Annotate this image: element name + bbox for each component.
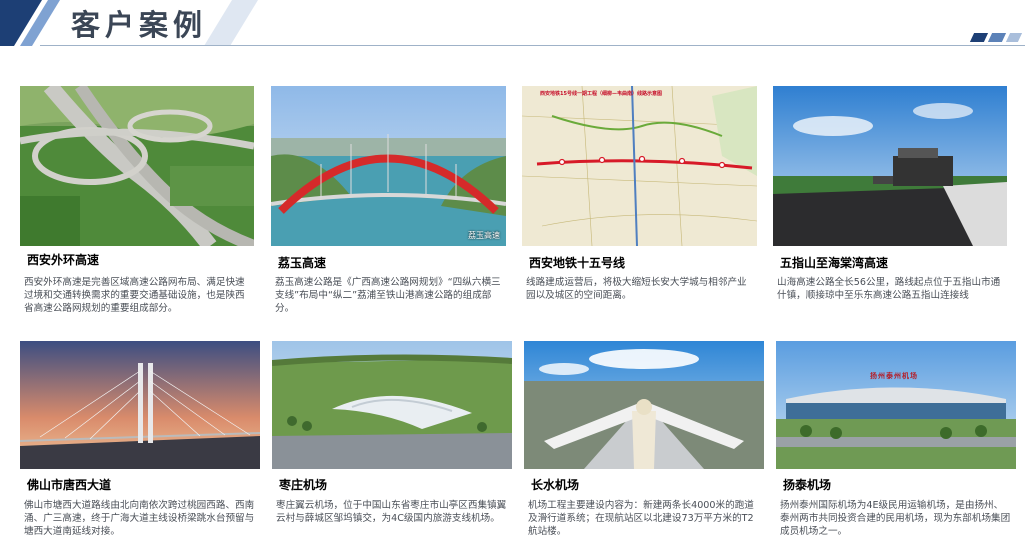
case-description: 西安外环高速是完善区域高速公路网布局、满足快速过境和交通转换需求的重要交通基础设… xyxy=(24,277,245,314)
case-image: 扬州泰州机场 xyxy=(776,341,1016,469)
case-description: 佛山市塘西大道路线由北向南依次跨过桃园西路、西南涌、广三高速，终于广海大道主线设… xyxy=(24,500,255,537)
case-title: 荔玉高速 xyxy=(278,256,327,270)
case-image: 西安地铁15号线一期工程（细柳—韦曲南）线路示意图 xyxy=(522,86,757,246)
case-image xyxy=(20,341,260,469)
case-card[interactable]: 荔玉高速 荔玉高速 荔玉高速公路是《广西高速公路网规划》“四纵六横三支线”布局中… xyxy=(271,86,507,326)
case-card[interactable]: 五指山至海棠湾高速 山海高速公路全长56公里，路线起点位于五指山市通什镇，顺接琼… xyxy=(773,86,1009,326)
case-description: 扬州泰州国际机场为4E级民用运输机场，是由扬州、泰州两市共同投资合建的民用机场，… xyxy=(780,500,1011,537)
case-title: 佛山市唐西大道 xyxy=(27,478,112,492)
case-card[interactable]: 扬州泰州机场 扬泰机场 扬州泰州国际机场为4E级民用运输机场，是由扬州、泰州两市… xyxy=(776,341,1016,551)
case-card[interactable]: 西安地铁15号线一期工程（细柳—韦曲南）线路示意图 西安地铁十五号线 线路建成运… xyxy=(522,86,758,326)
case-image xyxy=(272,341,512,469)
case-title: 西安地铁十五号线 xyxy=(529,256,626,270)
case-image xyxy=(773,86,1007,246)
case-title: 枣庄机场 xyxy=(279,478,328,492)
section-header: 客户案例 xyxy=(0,0,1026,50)
map-title: 西安地铁15号线一期工程（细柳—韦曲南）线路示意图 xyxy=(540,91,662,97)
case-title: 长水机场 xyxy=(531,478,580,492)
image-watermark: 荔玉高速 xyxy=(468,231,500,240)
case-card[interactable]: 佛山市唐西大道 佛山市塘西大道路线由北向南依次跨过桃园西路、西南涌、广三高速，终… xyxy=(20,341,260,551)
case-description: 机场工程主要建设内容为：新建两条长4000米的跑道及滑行道系统；在现航站区以北建… xyxy=(528,500,754,537)
header-mark-dark xyxy=(969,33,989,42)
case-title: 扬泰机场 xyxy=(783,478,832,492)
page-title: 客户案例 xyxy=(71,8,208,42)
case-image: 荔玉高速 xyxy=(271,86,506,246)
case-card[interactable]: 西安外环高速 西安外环高速是完善区域高速公路网布局、满足快速过境和交通转换需求的… xyxy=(20,86,256,326)
case-description: 荔玉高速公路是《广西高速公路网规划》“四纵六横三支线”布局中“纵二”荔浦至铁山港… xyxy=(275,277,501,314)
case-description: 山海高速公路全长56公里，路线起点位于五指山市通什镇，顺接琼中至乐东高速公路五指… xyxy=(777,277,1001,301)
case-image xyxy=(20,86,254,246)
case-card[interactable]: 枣庄机场 枣庄翼云机场，位于中国山东省枣庄市山亭区西集镇翼云村与薛城区邹坞镇交，… xyxy=(272,341,512,551)
header-mark-light xyxy=(1005,33,1023,42)
case-card[interactable]: 长水机场 机场工程主要建设内容为：新建两条长4000米的跑道及滑行道系统；在现航… xyxy=(524,341,764,551)
case-description: 枣庄翼云机场，位于中国山东省枣庄市山亭区西集镇翼云村与薛城区邹坞镇交，为4C级国… xyxy=(276,500,507,524)
header-divider xyxy=(40,45,1025,46)
case-image xyxy=(524,341,764,469)
case-title: 五指山至海棠湾高速 xyxy=(780,256,889,270)
case-title: 西安外环高速 xyxy=(27,253,100,267)
header-mark-mid xyxy=(987,33,1007,42)
case-description: 线路建成运营后，将极大缩短长安大学城与相邻产业园以及城区的空间距离。 xyxy=(526,277,747,301)
terminal-sign: 扬州泰州机场 xyxy=(870,372,918,380)
